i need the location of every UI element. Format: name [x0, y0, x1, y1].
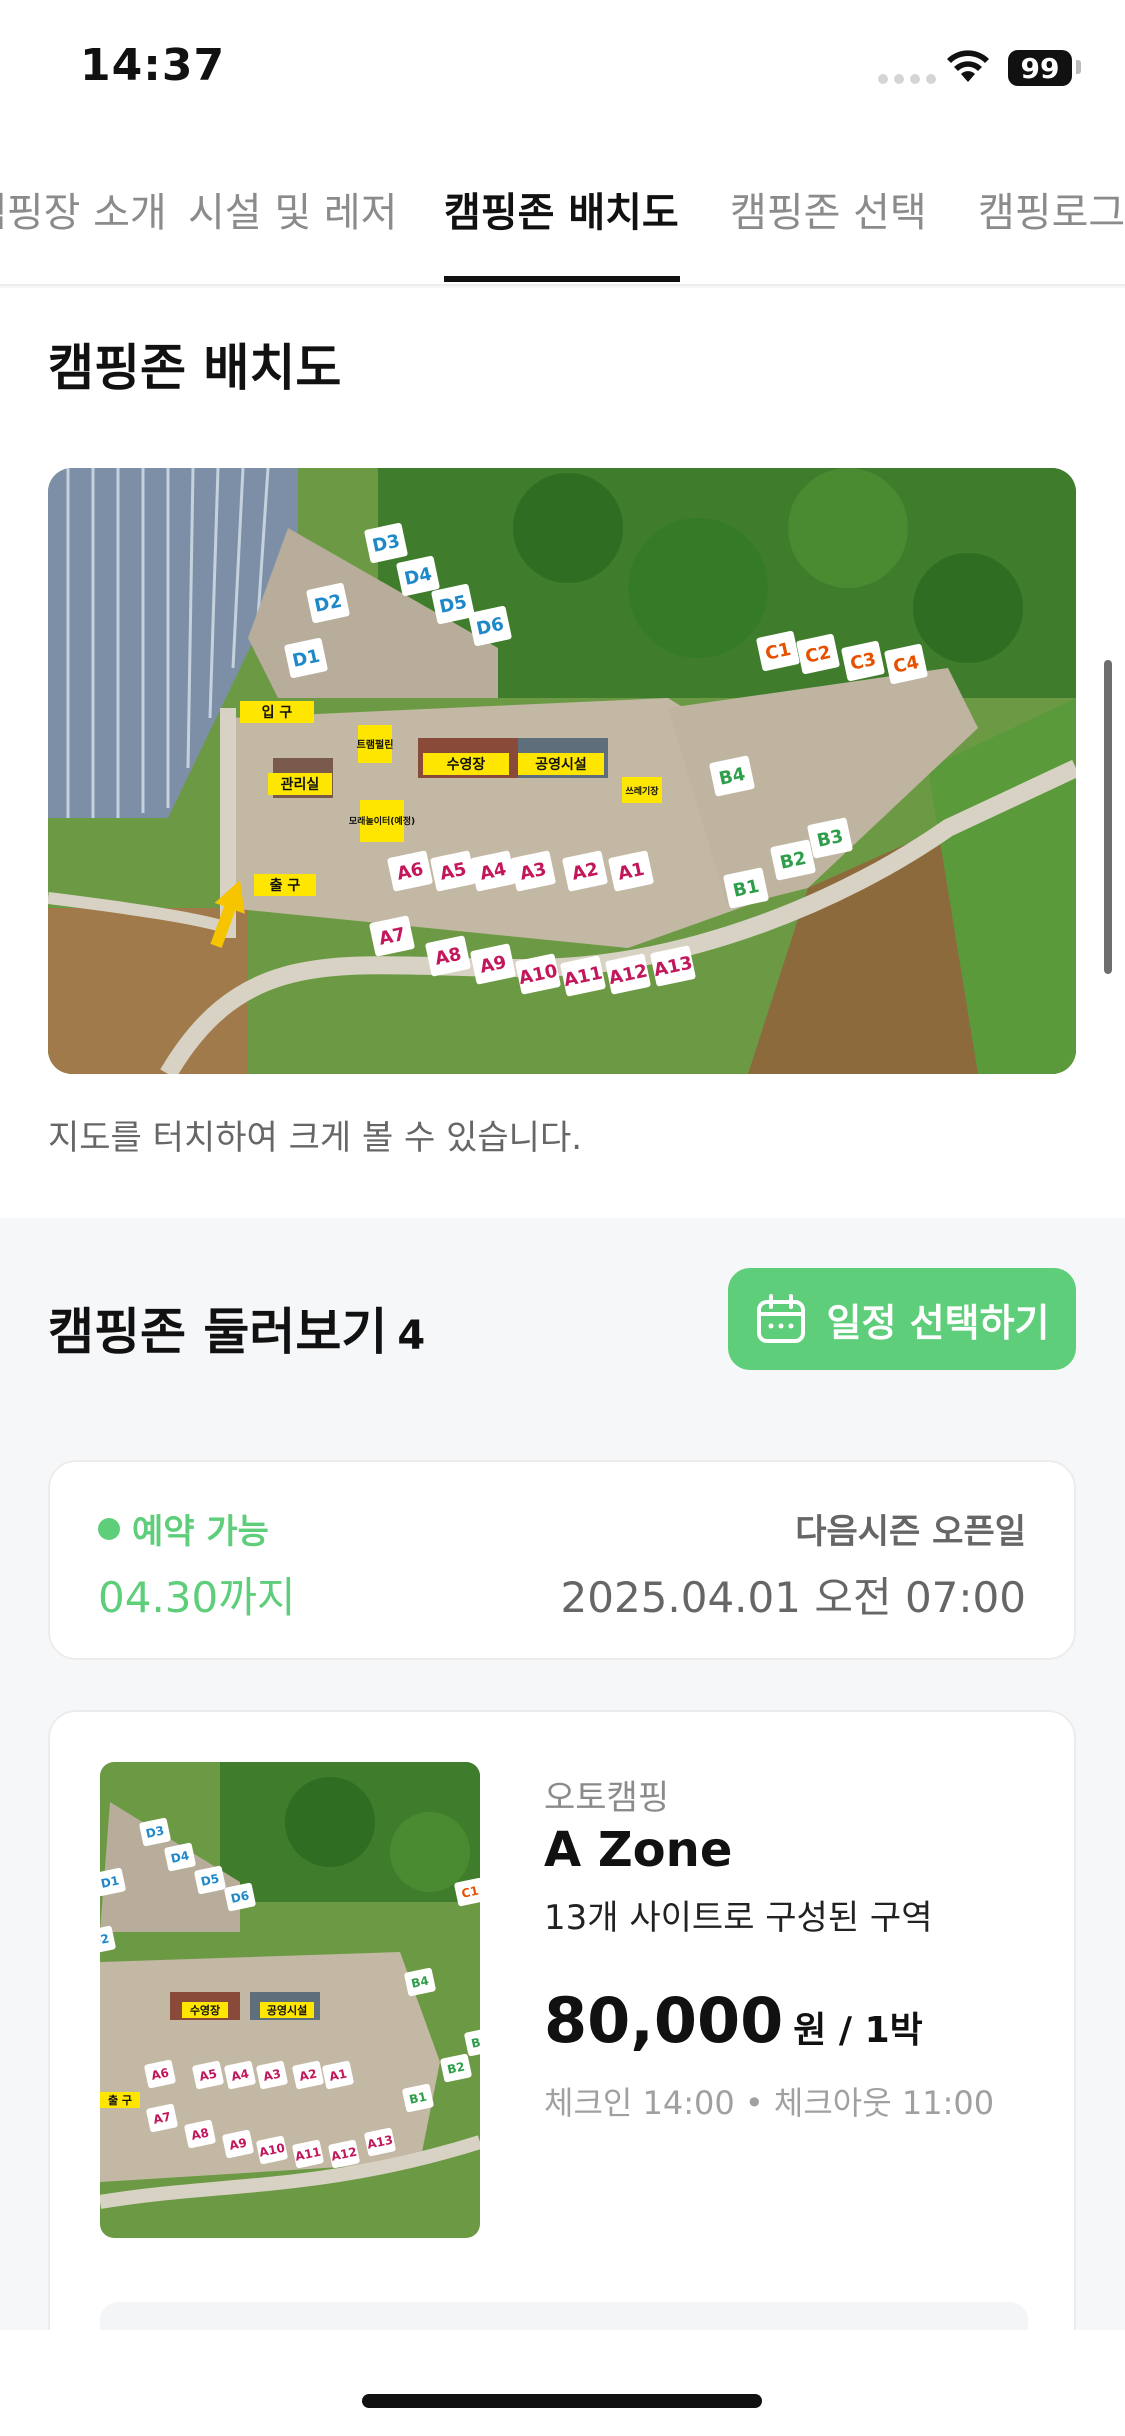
thumb-label-public-facility: 공영시설 [267, 2003, 307, 2017]
zone-checkin-checkout: 체크인 14:00 • 체크아웃 11:00 [544, 2084, 995, 2122]
thumb-label-pool: 수영장 [190, 2003, 220, 2017]
tab-facilities-leisure[interactable]: 시설 및 레저 [188, 180, 397, 238]
tab-camping-log[interactable]: 캠핑로그 [978, 180, 1125, 238]
availability-status-text: 예약 가능 [132, 1512, 269, 1552]
tab-campzone-layout[interactable]: 캠핑존 배치도 [444, 180, 679, 238]
schedule-select-button[interactable]: 일정 선택하기 [728, 1268, 1076, 1370]
availability-status: 예약 가능 [98, 1504, 269, 1553]
browse-title-text: 캠핑존 둘러보기 [48, 1303, 388, 1361]
aerial-map-image: 입 구 관리실 트램펄린 수영장 공영시설 모래놀이터(예정) 쓰레기장 출 구… [48, 468, 1076, 1074]
status-dot-icon [98, 1517, 120, 1540]
home-indicator[interactable] [362, 2394, 762, 2408]
availability-card: 예약 가능 04.30까지 다음시즌 오픈일 2025.04.01 오전 07:… [48, 1460, 1076, 1660]
next-open-date: 2025.04.01 오전 07:00 [560, 1573, 1027, 1622]
zone-map-thumbnail: 수영장 공영시설 출 구 A1A2A3A4A5A6A7A8A9 A10 A11 A12… [100, 1762, 480, 2238]
calendar-icon [756, 1294, 805, 1343]
map-label-office: 관리실 [281, 776, 320, 793]
map-label-pool: 수영장 [447, 756, 486, 773]
tab-campsite-intro[interactable]: 캠핑장 소개 [0, 180, 167, 238]
browse-count: 4 [397, 1313, 426, 1359]
battery-icon: 99 [1008, 50, 1072, 86]
zone-name: A Zone [544, 1822, 733, 1878]
tab-campzone-select[interactable]: 캠핑존 선택 [730, 180, 927, 238]
availability-until: 04.30까지 [98, 1573, 296, 1622]
map-label-entrance: 입 구 [262, 705, 293, 721]
zone-thumbnail: 수영장 공영시설 출 구 A1 A2 A3 A4 A5 A6 A7 A8 A9 A10 A11 A12… [100, 1762, 480, 2238]
map-label-public-facility: 공영시설 [535, 756, 587, 773]
map-label-trampoline: 트램펄린 [357, 738, 394, 751]
browse-title: 캠핑존 둘러보기 4 [48, 1292, 425, 1364]
active-tab-indicator [444, 276, 680, 282]
zone-type: 오토캠핑 [544, 1778, 670, 1818]
scrollbar[interactable] [1104, 660, 1112, 974]
zone-description: 13개 사이트로 구성된 구역 [544, 1898, 933, 1938]
map-label-sand-playground: 모래놀이터(예정) [349, 815, 415, 827]
wifi-icon [947, 50, 989, 82]
section-title: 캠핑존 배치도 [48, 339, 342, 397]
map-label-exit: 출 구 [270, 877, 301, 894]
tab-bar: 캠핑장 소개 시설 및 레저 캠핑존 배치도 캠핑존 선택 캠핑로그 [0, 120, 1125, 286]
map-hint: 지도를 터치하여 크게 볼 수 있습니다. [48, 1118, 583, 1158]
svg-text:B3: B3 [470, 2034, 480, 2051]
status-time: 14:37 [80, 40, 226, 91]
status-bar: 14:37 99 [0, 0, 1125, 120]
zone-card[interactable]: 수영장 공영시설 출 구 A1 A2 A3 A4 A5 A6 A7 A8 A9 A10 A11 A12… [48, 1710, 1076, 2436]
schedule-select-label: 일정 선택하기 [826, 1300, 1050, 1345]
battery-tip [1076, 60, 1081, 74]
thumb-label-exit: 출 구 [108, 2093, 132, 2107]
cellular-signal-icon [878, 74, 936, 84]
next-open-label: 다음시즌 오픈일 [795, 1512, 1026, 1552]
zone-price-amount: 80,000 [544, 1984, 784, 2057]
map-label-trash: 쓰레기장 [625, 785, 659, 797]
map-section: 캠핑존 배치도 입 구 관리실 트램펄린 수영장 공영시설 모래놀이터(예정) … [0, 288, 1125, 1218]
home-bar-area [0, 2330, 1125, 2436]
zone-price-unit: 원 / 1박 [793, 2010, 923, 2051]
zone-price: 80,000 원 / 1박 [544, 1984, 923, 2057]
campsite-map[interactable]: 입 구 관리실 트램펄린 수영장 공영시설 모래놀이터(예정) 쓰레기장 출 구… [48, 468, 1076, 1074]
